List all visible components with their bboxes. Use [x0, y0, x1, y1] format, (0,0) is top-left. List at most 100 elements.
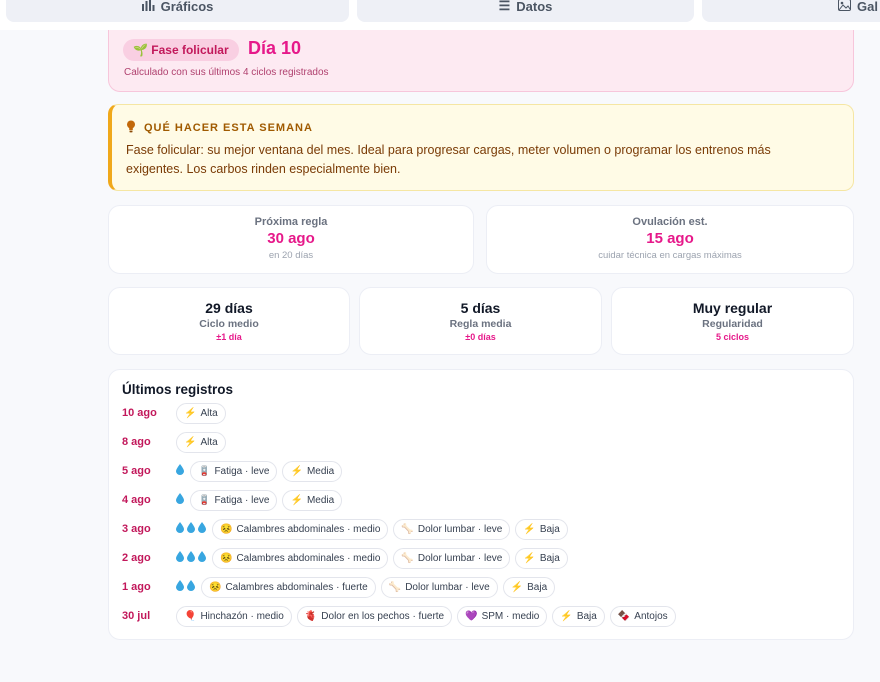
symptom-chip[interactable]: 🦴 Dolor lumbar · leve: [393, 518, 511, 540]
ovulation-card: Ovulación est. 15 ago cuidar técnica en …: [486, 205, 854, 274]
symptom-chip[interactable]: ⚡ Baja: [552, 605, 605, 627]
flow-indicator: [176, 464, 184, 478]
symptom-icon: 🍫: [617, 610, 631, 622]
tab-graficos[interactable]: Gráficos: [6, 0, 349, 22]
record-row[interactable]: 30 jul 🎈 Hinchazón · medio 🫀 Dolor en los pe…: [122, 605, 681, 627]
advice-title: QUÉ HACER ESTA SEMANA: [126, 120, 313, 136]
symptom-chip[interactable]: 🦴 Dolor lumbar · leve: [380, 576, 498, 598]
symptom-icon: ⚡: [290, 494, 303, 506]
symptom-label: Baja: [527, 581, 548, 593]
period-length-value: 5 días: [460, 300, 501, 316]
record-date: 1 ago: [122, 581, 151, 593]
period-length-card: 5 días Regla media ±0 días: [359, 287, 602, 355]
symptom-label: Alta: [200, 436, 218, 448]
blood-drop-icon: [176, 464, 184, 478]
record-date: 2 ago: [122, 552, 151, 564]
next-period-value: 30 ago: [267, 230, 315, 247]
symptom-label: Baja: [576, 610, 597, 622]
records-title: Últimos registros: [122, 382, 234, 397]
symptom-icon: 🦴: [401, 523, 414, 535]
cycle-content: 🌱 Fase folicular Día 10 Calculado con su…: [0, 30, 880, 682]
phase-card: 🌱 Fase folicular Día 10 Calculado con su…: [108, 30, 854, 92]
symptom-chip[interactable]: 🫀 Dolor en los pechos · fuerte: [296, 605, 453, 627]
record-row[interactable]: 4 ago 🪫 Fatiga · leve ⚡ Media: [122, 489, 347, 511]
ovulation-label: Ovulación est.: [632, 216, 708, 228]
symptom-chip[interactable]: 😣 Calambres abdominales · medio: [212, 518, 389, 540]
symptom-icon: 😣: [220, 552, 233, 564]
record-row[interactable]: 3 ago 😣 Calambres abdominales · medio 🦴 Dolo…: [122, 518, 573, 540]
phase-badge: 🌱 Fase folicular: [123, 39, 239, 61]
symptom-icon: 💜: [465, 610, 478, 622]
weekly-advice-card: QUÉ HACER ESTA SEMANA Fase folicular: su…: [108, 104, 854, 191]
symptom-label: Calambres abdominales · medio: [236, 523, 381, 535]
regularity-sub: 5 ciclos: [715, 332, 750, 342]
flow-indicator: [176, 580, 195, 594]
symptom-icon: 🎈: [184, 610, 197, 622]
ovulation-value: 15 ago: [646, 230, 694, 247]
blood-drop-icon: [187, 580, 195, 594]
next-period-label: Próxima regla: [254, 216, 328, 228]
symptom-label: Dolor lumbar · leve: [417, 523, 503, 535]
symptom-chip[interactable]: 🍫 Antojos: [609, 605, 676, 627]
flow-indicator: [176, 522, 206, 536]
record-row[interactable]: 1 ago 😣 Calambres abdominales · fuerte 🦴 Dol…: [122, 576, 560, 598]
symptom-icon: ⚡: [290, 465, 303, 477]
symptom-icon: 🪫: [198, 494, 211, 506]
tab-label: Gráficos: [160, 0, 214, 14]
symptom-chip[interactable]: 😣 Calambres abdominales · medio: [212, 547, 389, 569]
record-row[interactable]: 5 ago 🪫 Fatiga · leve ⚡ Media: [122, 460, 347, 482]
symptom-label: Calambres abdominales · medio: [236, 552, 381, 564]
cycle-length-label: Ciclo medio: [199, 318, 259, 330]
symptom-chip[interactable]: 😣 Calambres abdominales · fuerte: [201, 576, 376, 598]
view-tabs: Gráficos ☰ Datos Gal: [0, 0, 880, 30]
cycle-length-value: 29 días: [205, 300, 253, 316]
cycle-day: Día 10: [248, 38, 302, 58]
symptom-chip[interactable]: 💜 SPM · medio: [457, 605, 548, 627]
next-period-card: Próxima regla 30 ago en 20 días: [108, 205, 474, 274]
symptom-chip[interactable]: 🎈 Hinchazón · medio: [176, 605, 292, 627]
tab-label: Datos: [516, 0, 553, 14]
lightbulb-icon: [126, 120, 136, 136]
symptom-icon: ⚡: [560, 610, 573, 622]
symptom-label: Baja: [539, 552, 560, 564]
symptom-icon: 😣: [220, 523, 233, 535]
symptom-label: SPM · medio: [481, 610, 540, 622]
blood-drop-icon: [198, 522, 206, 536]
symptom-label: Dolor lumbar · leve: [405, 581, 490, 593]
record-date: 30 jul: [122, 610, 151, 622]
symptom-chip[interactable]: 🪫 Fatiga · leve: [190, 489, 278, 511]
advice-title-text: QUÉ HACER ESTA SEMANA: [144, 122, 313, 134]
record-date: 3 ago: [122, 523, 151, 535]
symptom-chip[interactable]: 🪫 Fatiga · leve: [190, 460, 278, 482]
advice-text: Fase folicular: su mejor ventana del mes…: [126, 143, 771, 176]
tab-galeria[interactable]: Gal: [702, 0, 880, 22]
symptom-chip[interactable]: ⚡ Media: [282, 489, 343, 511]
symptom-icon: ⚡: [184, 436, 197, 448]
symptom-chip[interactable]: ⚡ Alta: [176, 431, 226, 453]
regularity-card: Muy regular Regularidad 5 ciclos: [611, 287, 854, 355]
symptom-chip[interactable]: ⚡ Media: [282, 460, 343, 482]
symptom-label: Baja: [539, 523, 560, 535]
phase-subtitle: Calculado con sus últimos 4 ciclos regis…: [124, 67, 329, 78]
blood-drop-icon: [198, 551, 206, 565]
record-row[interactable]: 2 ago 😣 Calambres abdominales · medio 🦴 Dolo…: [122, 547, 573, 569]
symptom-label: Media: [306, 494, 335, 506]
symptom-icon: ⚡: [510, 581, 524, 593]
record-row[interactable]: 10 ago ⚡ Alta: [122, 402, 231, 424]
symptom-chip[interactable]: ⚡ Baja: [515, 518, 568, 540]
record-row[interactable]: 8 ago ⚡ Alta: [122, 431, 231, 453]
ovulation-sub: cuidar técnica en cargas máximas: [598, 250, 742, 261]
recent-records-card: Últimos registros 10 ago ⚡ Alta 8 ago ⚡ Alta 5…: [108, 369, 854, 640]
symptom-label: Antojos: [634, 610, 668, 622]
symptom-chip[interactable]: ⚡ Alta: [176, 402, 226, 424]
blood-drop-icon: [176, 551, 184, 565]
flow-indicator: [176, 493, 184, 507]
symptom-label: Hinchazón · medio: [200, 610, 284, 622]
gallery-icon: [838, 0, 851, 14]
symptom-chip[interactable]: 🦴 Dolor lumbar · leve: [393, 547, 511, 569]
symptom-chip[interactable]: ⚡ Baja: [502, 576, 556, 598]
symptom-label: Dolor en los pechos · fuerte: [321, 610, 445, 622]
tab-datos[interactable]: ☰ Datos: [357, 0, 694, 22]
flow-indicator: [176, 551, 206, 565]
symptom-chip[interactable]: ⚡ Baja: [515, 547, 568, 569]
